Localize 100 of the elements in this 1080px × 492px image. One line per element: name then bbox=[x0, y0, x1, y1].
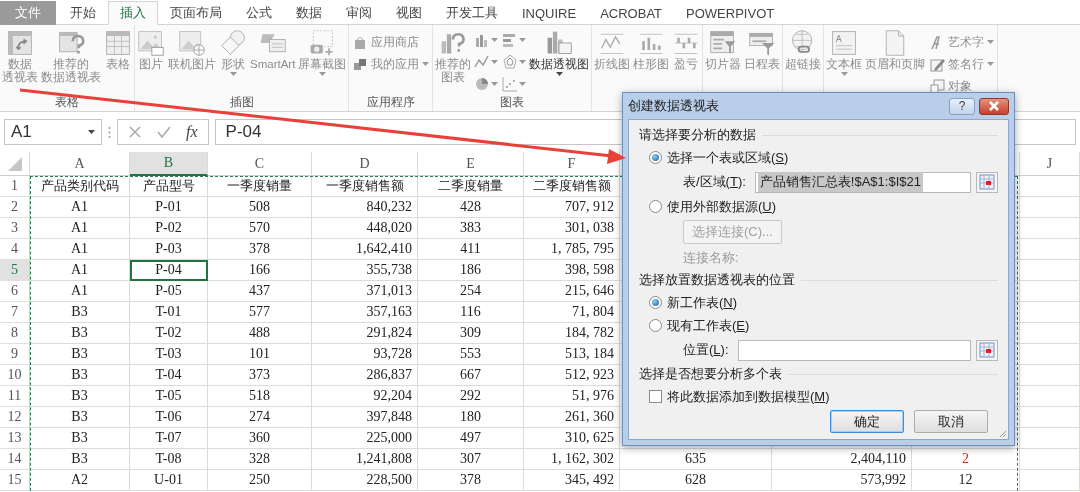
table-cell: 573,992 bbox=[772, 470, 912, 491]
table-cell: 357,163 bbox=[312, 302, 418, 323]
table-cell: 254 bbox=[418, 281, 524, 302]
table-cell: 635 bbox=[620, 449, 772, 470]
table-cell: A1 bbox=[30, 218, 130, 239]
table-cell: T-01 bbox=[130, 302, 208, 323]
group-label: 插图 bbox=[229, 95, 254, 111]
table-cell: 228,500 bbox=[312, 470, 418, 491]
table-cell: 101 bbox=[208, 344, 312, 365]
table-cell: 2,404,110 bbox=[772, 449, 912, 470]
table-cell: 215, 646 bbox=[524, 281, 620, 302]
table-cell: 397,848 bbox=[312, 407, 418, 428]
table-cell: 840,232 bbox=[312, 197, 418, 218]
table-cell: 497 bbox=[418, 428, 524, 449]
column-title-cell: 产品类别代码 bbox=[30, 176, 130, 197]
table-cell: 301, 038 bbox=[524, 218, 620, 239]
table-cell: 93,728 bbox=[312, 344, 418, 365]
table-cell: 1, 785, 795 bbox=[524, 239, 620, 260]
table-cell: 707, 912 bbox=[524, 197, 620, 218]
table-cell: T-07 bbox=[130, 428, 208, 449]
group-label: 应用程序 bbox=[366, 95, 415, 111]
dialog-title: 创建数据透视表 bbox=[628, 97, 719, 115]
column-title-cell: 二季度销量 bbox=[418, 176, 524, 197]
group-label: 表格 bbox=[55, 95, 79, 111]
table-cell: A1 bbox=[30, 239, 130, 260]
table-cell: 292 bbox=[418, 386, 524, 407]
table-cell: 2 bbox=[912, 449, 1020, 470]
table-cell: 180 bbox=[418, 407, 524, 428]
table-cell: A1 bbox=[30, 260, 130, 281]
table-cell: 51, 976 bbox=[524, 386, 620, 407]
table-cell: 513, 184 bbox=[524, 344, 620, 365]
table-cell: 383 bbox=[418, 218, 524, 239]
section-heading: 选择放置数据透视表的位置 bbox=[639, 271, 795, 289]
table-cell: P-01 bbox=[130, 197, 208, 218]
table-cell: 261, 360 bbox=[524, 407, 620, 428]
table-cell: 186 bbox=[418, 260, 524, 281]
table-cell: B3 bbox=[30, 323, 130, 344]
table-cell: T-03 bbox=[130, 344, 208, 365]
table-cell: 378 bbox=[418, 470, 524, 491]
table-cell: 553 bbox=[418, 344, 524, 365]
table-cell: 116 bbox=[418, 302, 524, 323]
table-cell: 309 bbox=[418, 323, 524, 344]
table-cell: 437 bbox=[208, 281, 312, 302]
table-cell: T-02 bbox=[130, 323, 208, 344]
table-cell: 448,020 bbox=[312, 218, 418, 239]
table-cell: P-05 bbox=[130, 281, 208, 302]
table-cell: P-04 bbox=[130, 260, 208, 281]
table-cell: T-04 bbox=[130, 365, 208, 386]
table-cell: T-05 bbox=[130, 386, 208, 407]
table-cell: 428 bbox=[418, 197, 524, 218]
table-cell: 274 bbox=[208, 407, 312, 428]
table-cell: B3 bbox=[30, 344, 130, 365]
table-cell: B3 bbox=[30, 302, 130, 323]
table-cell: A1 bbox=[30, 197, 130, 218]
table-cell: 1, 162, 302 bbox=[524, 449, 620, 470]
table-cell: 291,824 bbox=[312, 323, 418, 344]
table-cell: 570 bbox=[208, 218, 312, 239]
column-title-cell: 产品型号 bbox=[130, 176, 208, 197]
table-cell: P-02 bbox=[130, 218, 208, 239]
table-cell: T-08 bbox=[130, 449, 208, 470]
table-cell: B3 bbox=[30, 428, 130, 449]
table-cell: 328 bbox=[208, 449, 312, 470]
table-cell: 628 bbox=[620, 470, 772, 491]
table-cell: 373 bbox=[208, 365, 312, 386]
table-cell: B3 bbox=[30, 449, 130, 470]
table-cell: 345, 492 bbox=[524, 470, 620, 491]
table-cell: 360 bbox=[208, 428, 312, 449]
table-cell: A1 bbox=[30, 281, 130, 302]
section-heading: 选择是否想要分析多个表 bbox=[639, 365, 782, 383]
table-cell: B3 bbox=[30, 407, 130, 428]
table-cell: 92,204 bbox=[312, 386, 418, 407]
connection-name-label: 连接名称: bbox=[683, 248, 739, 267]
table-cell: 184, 782 bbox=[524, 323, 620, 344]
table-cell: B3 bbox=[30, 365, 130, 386]
table-cell: 508 bbox=[208, 197, 312, 218]
group-label: 图表 bbox=[500, 95, 525, 111]
table-cell: T-06 bbox=[130, 407, 208, 428]
column-title-cell: 二季度销售额 bbox=[524, 176, 620, 197]
table-cell: 225,000 bbox=[312, 428, 418, 449]
table-cell: 488 bbox=[208, 323, 312, 344]
column-title-cell: 一季度销量 bbox=[208, 176, 312, 197]
table-cell: 310, 625 bbox=[524, 428, 620, 449]
table-cell: 1,642,410 bbox=[312, 239, 418, 260]
table-cell: 1,241,808 bbox=[312, 449, 418, 470]
table-cell: 250 bbox=[208, 470, 312, 491]
field-label: 表/区域(T): bbox=[683, 173, 746, 191]
section-heading: 请选择要分析的数据 bbox=[639, 126, 756, 144]
table-cell: 371,013 bbox=[312, 281, 418, 302]
table-cell: 398, 598 bbox=[524, 260, 620, 281]
table-cell: 71, 804 bbox=[524, 302, 620, 323]
column-title-cell: 一季度销售额 bbox=[312, 176, 418, 197]
table-cell: 577 bbox=[208, 302, 312, 323]
table-cell: 667 bbox=[418, 365, 524, 386]
table-cell: P-03 bbox=[130, 239, 208, 260]
table-cell: 411 bbox=[418, 239, 524, 260]
table-cell: 166 bbox=[208, 260, 312, 281]
table-cell: 12 bbox=[912, 470, 1020, 491]
table-cell: A2 bbox=[30, 470, 130, 491]
table-cell: 355,738 bbox=[312, 260, 418, 281]
field-label: 位置(L): bbox=[683, 341, 729, 359]
